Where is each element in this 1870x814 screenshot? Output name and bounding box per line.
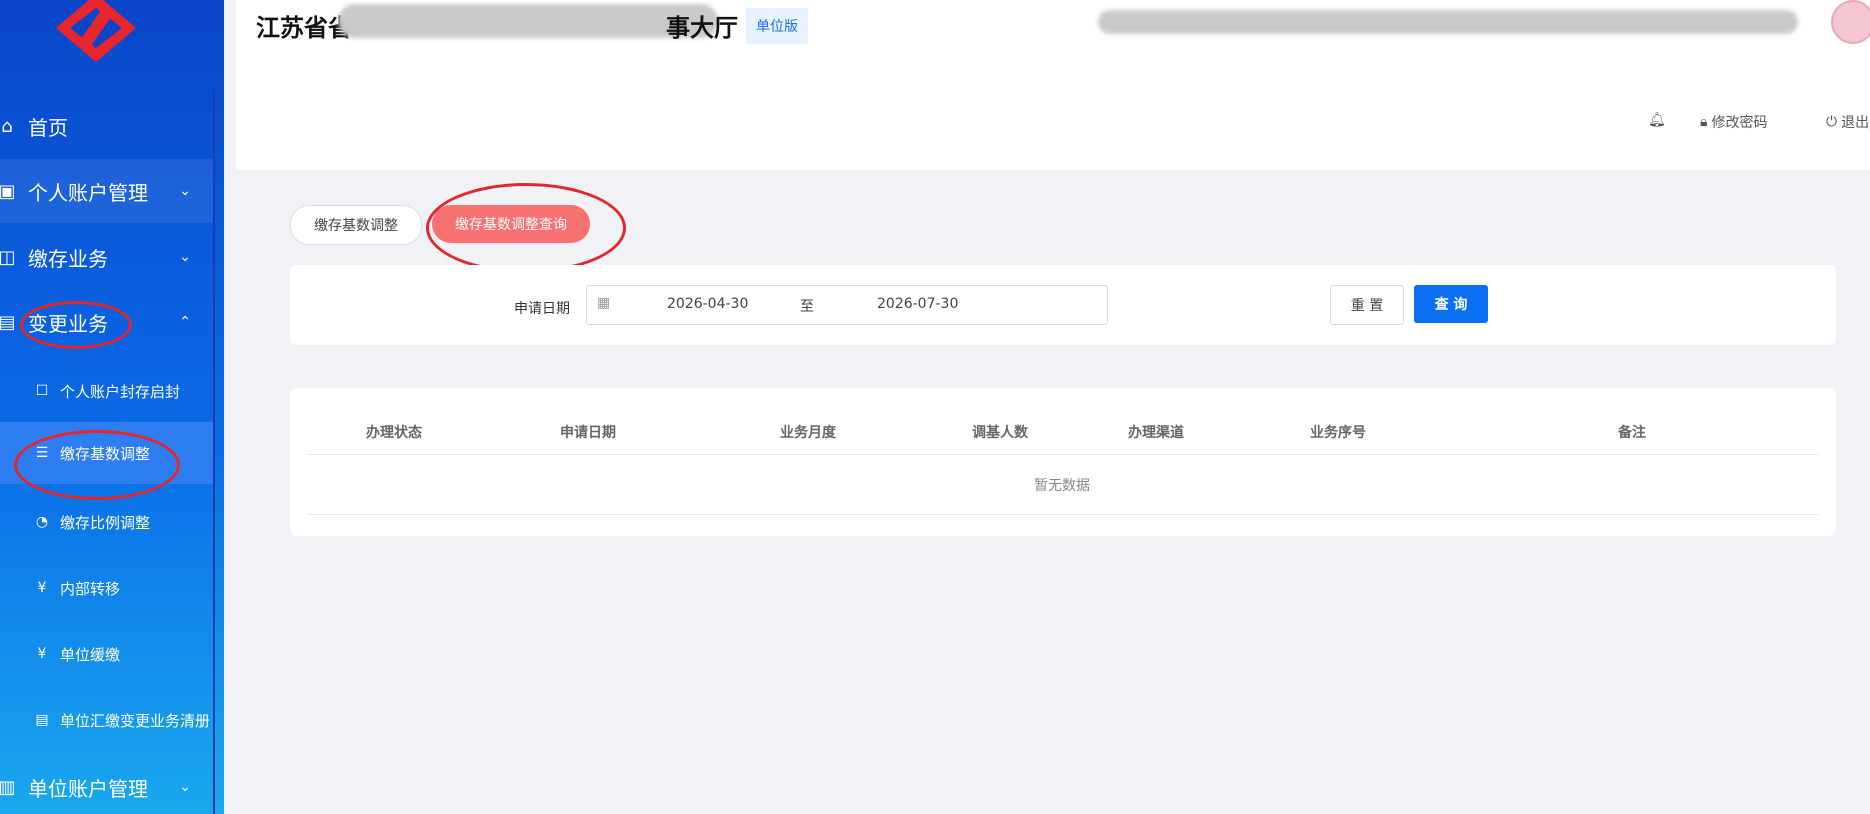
reset-button[interactable]: 重 置 — [1330, 285, 1404, 325]
chevron-up-icon: ⌃ — [179, 314, 191, 330]
sub-item-change-register[interactable]: ▤ 单位汇缴变更业务清册 — [0, 689, 213, 751]
column-header: 业务月度 — [780, 425, 836, 441]
logo-icon — [56, 0, 136, 62]
nav-change[interactable]: ▤ 变更业务 ⌃ — [0, 290, 213, 354]
nav-home[interactable]: ⌂ 首页 — [0, 94, 213, 158]
logout-link[interactable]: ⏻ 退出 — [1826, 112, 1869, 132]
end-date-input[interactable]: 2026-07-30 — [877, 296, 958, 312]
change-password-link[interactable]: 🔒︎ 修改密码 — [1700, 112, 1767, 132]
page-title-right: 事大厅 — [666, 14, 738, 42]
column-header: 备注 — [1618, 425, 1646, 441]
redaction-blur — [338, 4, 718, 38]
sub-item-internal-transfer[interactable]: ¥ 内部转移 — [0, 557, 213, 619]
start-date-input[interactable]: 2026-04-30 — [667, 296, 748, 312]
chart-icon: ◫ — [0, 246, 16, 268]
pie-icon: ◔ — [35, 514, 49, 530]
sub-item-base-adjust[interactable]: ☰ 缴存基数调整 — [0, 422, 213, 484]
building-icon: ▥ — [0, 776, 16, 798]
header: 江苏省省 事大厅 单位版 🔔︎ 🔒︎ 修改密码 ⏻ 退出 — [236, 0, 1870, 170]
calendar-icon: ▦ — [597, 295, 611, 311]
empty-state-text: 暂无数据 — [1034, 478, 1090, 494]
column-header: 办理渠道 — [1128, 425, 1184, 441]
change-password-label: 修改密码 — [1711, 115, 1768, 131]
sub-item-label: 缴存比例调整 — [60, 513, 151, 532]
chevron-down-icon: ⌄ — [179, 183, 191, 199]
table-bottom-divider — [308, 514, 1818, 515]
sub-item-label: 缴存基数调整 — [60, 444, 151, 463]
page-title-left: 江苏省省 — [256, 14, 352, 42]
sidebar: ⌂ 首页 ▣ 个人账户管理 ⌄ ◫ 缴存业务 ⌄ ▤ 变更业务 ⌃ ☐ 个人账户… — [0, 0, 224, 814]
tab-base-adjust[interactable]: 缴存基数调整 — [290, 205, 422, 245]
sub-item-label: 个人账户封存启封 — [60, 382, 181, 401]
clipboard-icon: ▤ — [0, 311, 16, 333]
column-header: 办理状态 — [366, 425, 422, 441]
tab-base-adjust-query[interactable]: 缴存基数调整查询 — [432, 205, 590, 243]
sub-item-account-seal[interactable]: ☐ 个人账户封存启封 — [0, 360, 213, 422]
logout-label: 退出 — [1841, 115, 1870, 131]
column-header: 业务序号 — [1310, 425, 1366, 441]
nav-personal-account[interactable]: ▣ 个人账户管理 ⌄ — [0, 159, 213, 223]
sliders-icon: ☰ — [35, 445, 49, 461]
bell-icon[interactable]: 🔔︎ — [1648, 112, 1666, 128]
sub-item-label: 单位汇缴变更业务清册 — [60, 711, 211, 730]
sub-item-label: 单位缓缴 — [60, 645, 121, 664]
sub-item-ratio-adjust[interactable]: ◔ 缴存比例调整 — [0, 491, 213, 553]
query-button[interactable]: 查 询 — [1414, 285, 1488, 323]
date-range-picker[interactable]: ▦ 2026-04-30 至 2026-07-30 — [586, 285, 1108, 325]
nav-home-label: 首页 — [28, 115, 68, 140]
id-card-icon: ▣ — [0, 180, 16, 202]
nav-change-label: 变更业务 — [28, 311, 108, 336]
nav-deposit-label: 缴存业务 — [28, 246, 108, 271]
yen-cycle-icon: ¥ — [37, 580, 47, 596]
edition-badge: 单位版 — [746, 8, 808, 44]
nav-personal-account-label: 个人账户管理 — [28, 180, 148, 205]
avatar[interactable] — [1831, 0, 1870, 44]
nav-unit-account-label: 单位账户管理 — [28, 776, 148, 801]
sub-item-label: 内部转移 — [60, 579, 121, 598]
power-icon: ⏻ — [1826, 114, 1838, 130]
chevron-down-icon: ⌄ — [179, 249, 191, 265]
date-separator: 至 — [800, 299, 814, 315]
sidebar-divider — [213, 90, 215, 814]
clipboard-icon: ▤ — [35, 712, 49, 728]
nav-unit-account[interactable]: ▥ 单位账户管理 ⌄ — [0, 755, 213, 814]
nav-deposit[interactable]: ◫ 缴存业务 ⌄ — [0, 225, 213, 289]
yen-cycle-icon: ¥ — [37, 646, 47, 662]
chevron-down-icon: ⌄ — [179, 779, 191, 795]
home-icon: ⌂ — [1, 115, 13, 137]
redaction-blur — [1098, 10, 1798, 34]
sub-item-deferral[interactable]: ¥ 单位缓缴 — [0, 623, 213, 685]
column-header: 申请日期 — [560, 425, 616, 441]
table-header-divider — [308, 454, 1818, 455]
lock-icon: 🔒︎ — [1700, 114, 1708, 130]
person-lock-icon: ☐ — [35, 383, 49, 399]
apply-date-label: 申请日期 — [514, 301, 570, 317]
column-header: 调基人数 — [972, 425, 1028, 441]
